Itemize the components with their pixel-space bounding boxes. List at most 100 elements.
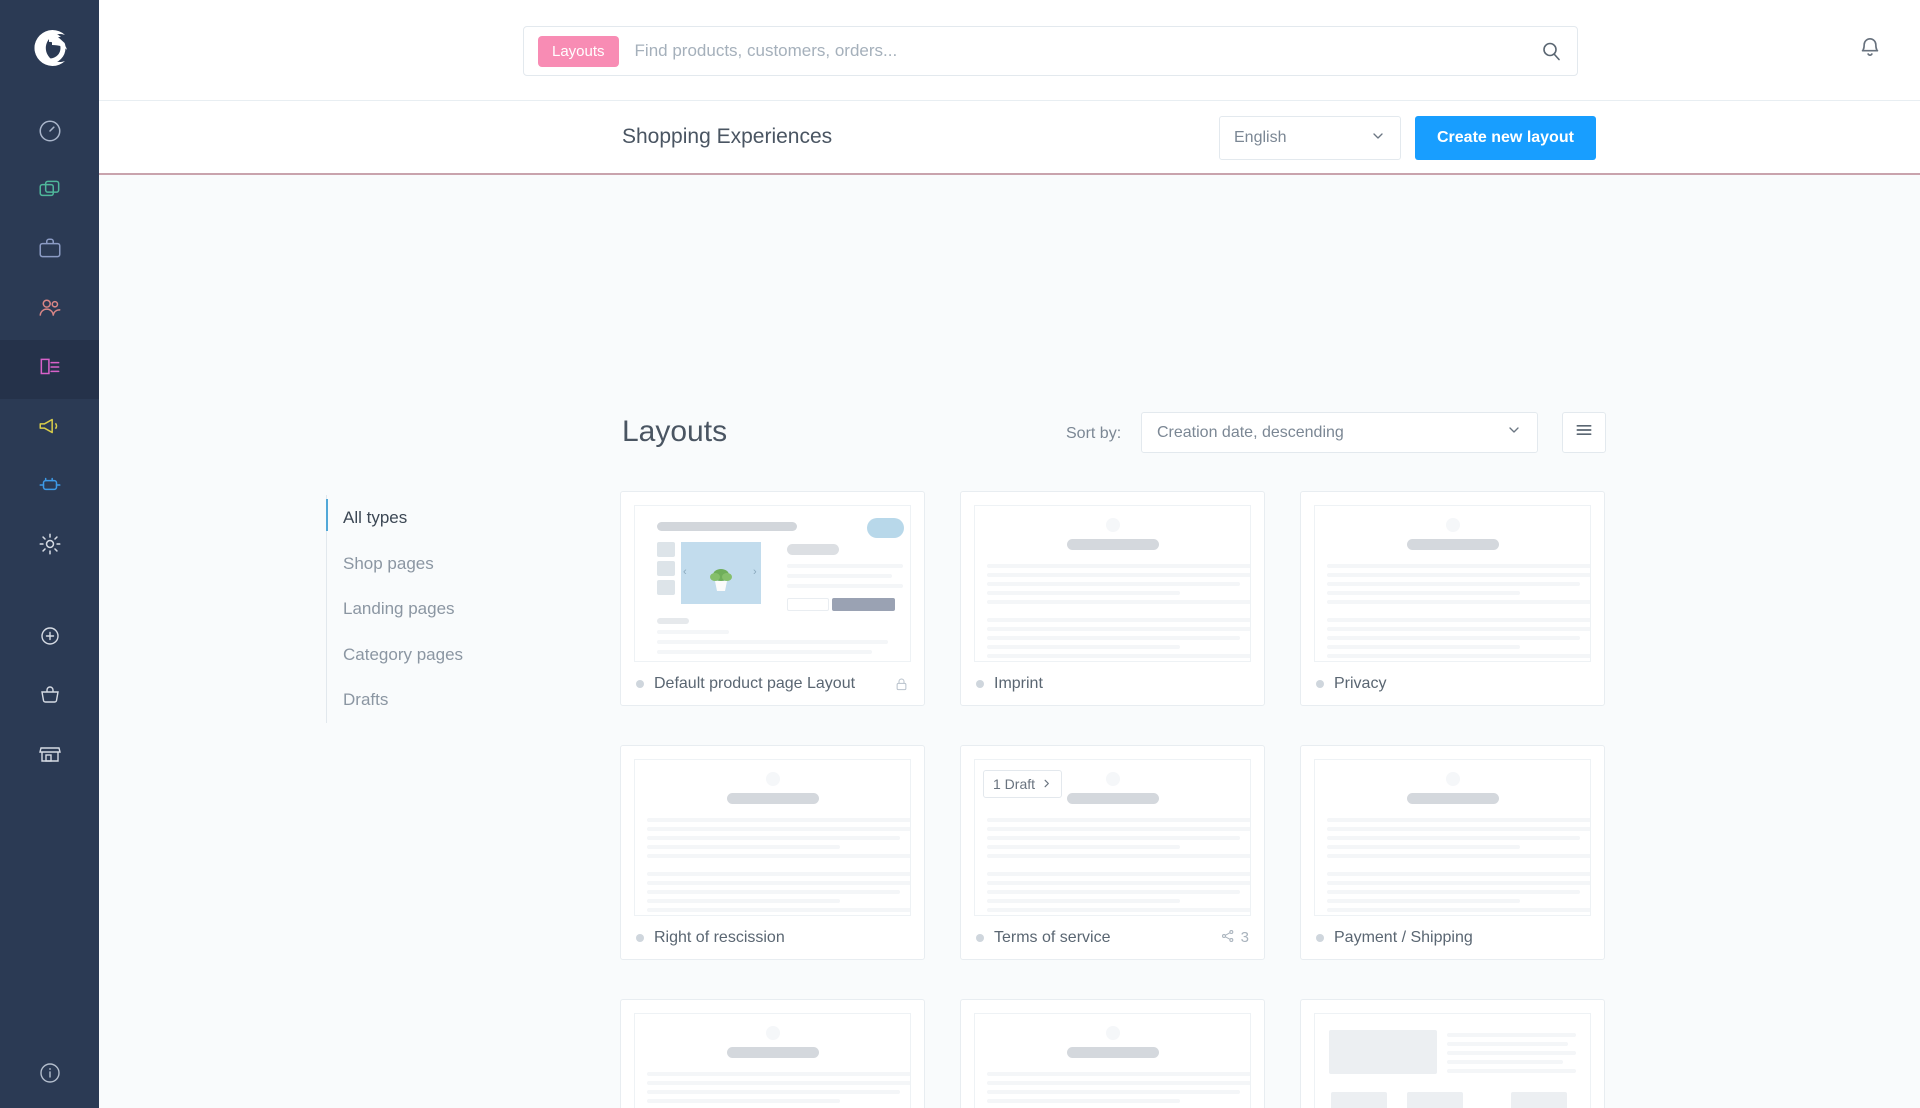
notifications-button[interactable] <box>1856 33 1884 66</box>
skeleton-text-line <box>1327 618 1590 622</box>
layout-preview[interactable] <box>1314 1013 1591 1108</box>
search-input[interactable] <box>634 41 1539 61</box>
layout-card[interactable]: Default shop page layout wi… <box>960 999 1265 1108</box>
skeleton-hero-image <box>1329 1030 1437 1074</box>
layout-card[interactable]: Privacy <box>1300 491 1605 706</box>
layout-card-title: Terms of service <box>994 928 1111 946</box>
layout-card[interactable]: Payment / Shipping <box>1300 745 1605 960</box>
skeleton-text-line <box>1327 845 1520 849</box>
sidebar-item-extensions[interactable] <box>0 458 99 517</box>
layout-card-title: Default product page Layout <box>654 674 856 692</box>
layout-card-footer: Payment / Shipping <box>1301 916 1604 959</box>
skeleton-text-line <box>647 1099 840 1103</box>
filter-category-pages[interactable]: Category pages <box>327 632 546 678</box>
skeleton-text-line <box>647 881 910 885</box>
bell-icon <box>1856 38 1884 65</box>
basket-icon <box>38 683 62 712</box>
layout-card-grid: ‹ › Default product page Layout Imprint Priv… <box>620 491 1610 1108</box>
skeleton-text-line <box>1447 1042 1568 1046</box>
layout-preview[interactable] <box>974 505 1251 662</box>
filter-all-types[interactable]: All types <box>326 495 546 541</box>
filter-landing-pages[interactable]: Landing pages <box>327 586 546 632</box>
layout-preview[interactable] <box>634 759 911 916</box>
plant-illustration <box>710 569 732 591</box>
skeleton-text-line <box>1327 591 1520 595</box>
orders-icon <box>37 236 63 267</box>
search-scope-tag[interactable]: Layouts <box>538 35 619 67</box>
sort-value: Creation date, descending <box>1157 423 1344 441</box>
sidebar-item-store[interactable] <box>0 727 99 786</box>
list-view-icon <box>1574 420 1594 445</box>
sidebar-item-settings[interactable] <box>0 517 99 576</box>
sidebar-item-customers[interactable] <box>0 281 99 340</box>
skeleton-text-line <box>987 1081 1250 1085</box>
settings-icon <box>37 531 63 562</box>
skeleton-avatar <box>765 1026 780 1040</box>
layout-card-title: Imprint <box>994 674 1043 692</box>
skeleton-text-line <box>647 836 900 840</box>
layout-preview[interactable] <box>1314 505 1591 662</box>
skeleton-text-line <box>987 881 1250 885</box>
layout-preview[interactable] <box>974 1013 1251 1108</box>
skeleton-text-line <box>1327 881 1590 885</box>
skeleton-text-line <box>1327 854 1590 858</box>
create-new-layout-button[interactable]: Create new layout <box>1415 116 1596 160</box>
layout-card-footer: Privacy <box>1301 662 1604 705</box>
catalogues-icon <box>37 177 63 208</box>
layout-preview[interactable]: 1 Draft <box>974 759 1251 916</box>
status-dot <box>636 933 644 942</box>
skeleton-thumb <box>657 542 675 557</box>
main-sidebar <box>0 0 99 1108</box>
skeleton-avatar <box>1105 772 1120 786</box>
skeleton-text-line <box>1327 564 1590 568</box>
skeleton-text-line <box>987 908 1250 912</box>
lock-icon <box>894 675 909 693</box>
sidebar-help[interactable] <box>0 1061 99 1090</box>
sidebar-item-orders[interactable] <box>0 222 99 281</box>
search-icon[interactable] <box>1539 39 1563 63</box>
layout-card-footer: Imprint <box>961 662 1264 705</box>
status-dot <box>976 679 984 688</box>
skeleton-heading <box>1066 793 1159 804</box>
sidebar-item-content[interactable] <box>0 340 99 399</box>
sidebar-item-dashboard[interactable] <box>0 104 99 163</box>
filter-drafts[interactable]: Drafts <box>327 677 546 723</box>
skeleton-text-line <box>987 654 1250 658</box>
layout-card[interactable]: 1 Draft Terms of service 3 <box>960 745 1265 960</box>
skeleton-text-line <box>787 584 903 588</box>
skeleton-text-line <box>647 899 840 903</box>
language-select[interactable]: English <box>1219 116 1401 160</box>
layout-card[interactable]: Imprint <box>960 491 1265 706</box>
skeleton-text-line <box>1327 827 1590 831</box>
layout-card-title: Right of rescission <box>654 928 785 946</box>
skeleton-text-line <box>647 890 900 894</box>
sort-select[interactable]: Creation date, descending <box>1141 412 1538 453</box>
shopware-logo[interactable] <box>24 22 76 74</box>
skeleton-text-line <box>1447 1060 1563 1064</box>
chevron-right-icon <box>1041 776 1052 792</box>
layout-preview[interactable] <box>634 1013 911 1108</box>
sidebar-item-basket[interactable] <box>0 668 99 727</box>
carousel-next-icon[interactable]: › <box>753 566 757 578</box>
layout-card[interactable]: Default shop page layout wi… <box>620 999 925 1108</box>
carousel-prev-icon[interactable]: ‹ <box>683 566 687 578</box>
layout-preview[interactable]: ‹ › <box>634 505 911 662</box>
filter-shop-pages[interactable]: Shop pages <box>327 541 546 587</box>
skeleton-text-line <box>987 845 1180 849</box>
skeleton-text-line <box>647 845 840 849</box>
sidebar-item-marketing[interactable] <box>0 399 99 458</box>
layout-card[interactable]: ‹ › Default product page Layout <box>620 491 925 706</box>
layout-card[interactable]: Default category layout with… <box>1300 999 1605 1108</box>
sidebar-item-add-new[interactable] <box>0 609 99 668</box>
skeleton-avatar <box>1445 772 1460 786</box>
view-toggle-button[interactable] <box>1562 412 1606 453</box>
sidebar-item-catalogues[interactable] <box>0 163 99 222</box>
global-search[interactable]: Layouts <box>523 26 1578 76</box>
skeleton-text-line <box>987 618 1250 622</box>
layout-preview[interactable] <box>1314 759 1591 916</box>
skeleton-text-line <box>987 636 1240 640</box>
layout-card[interactable]: Right of rescission <box>620 745 925 960</box>
draft-badge[interactable]: 1 Draft <box>983 770 1063 798</box>
skeleton-text-line <box>647 818 910 822</box>
draft-badge-label: 1 Draft <box>993 776 1036 792</box>
